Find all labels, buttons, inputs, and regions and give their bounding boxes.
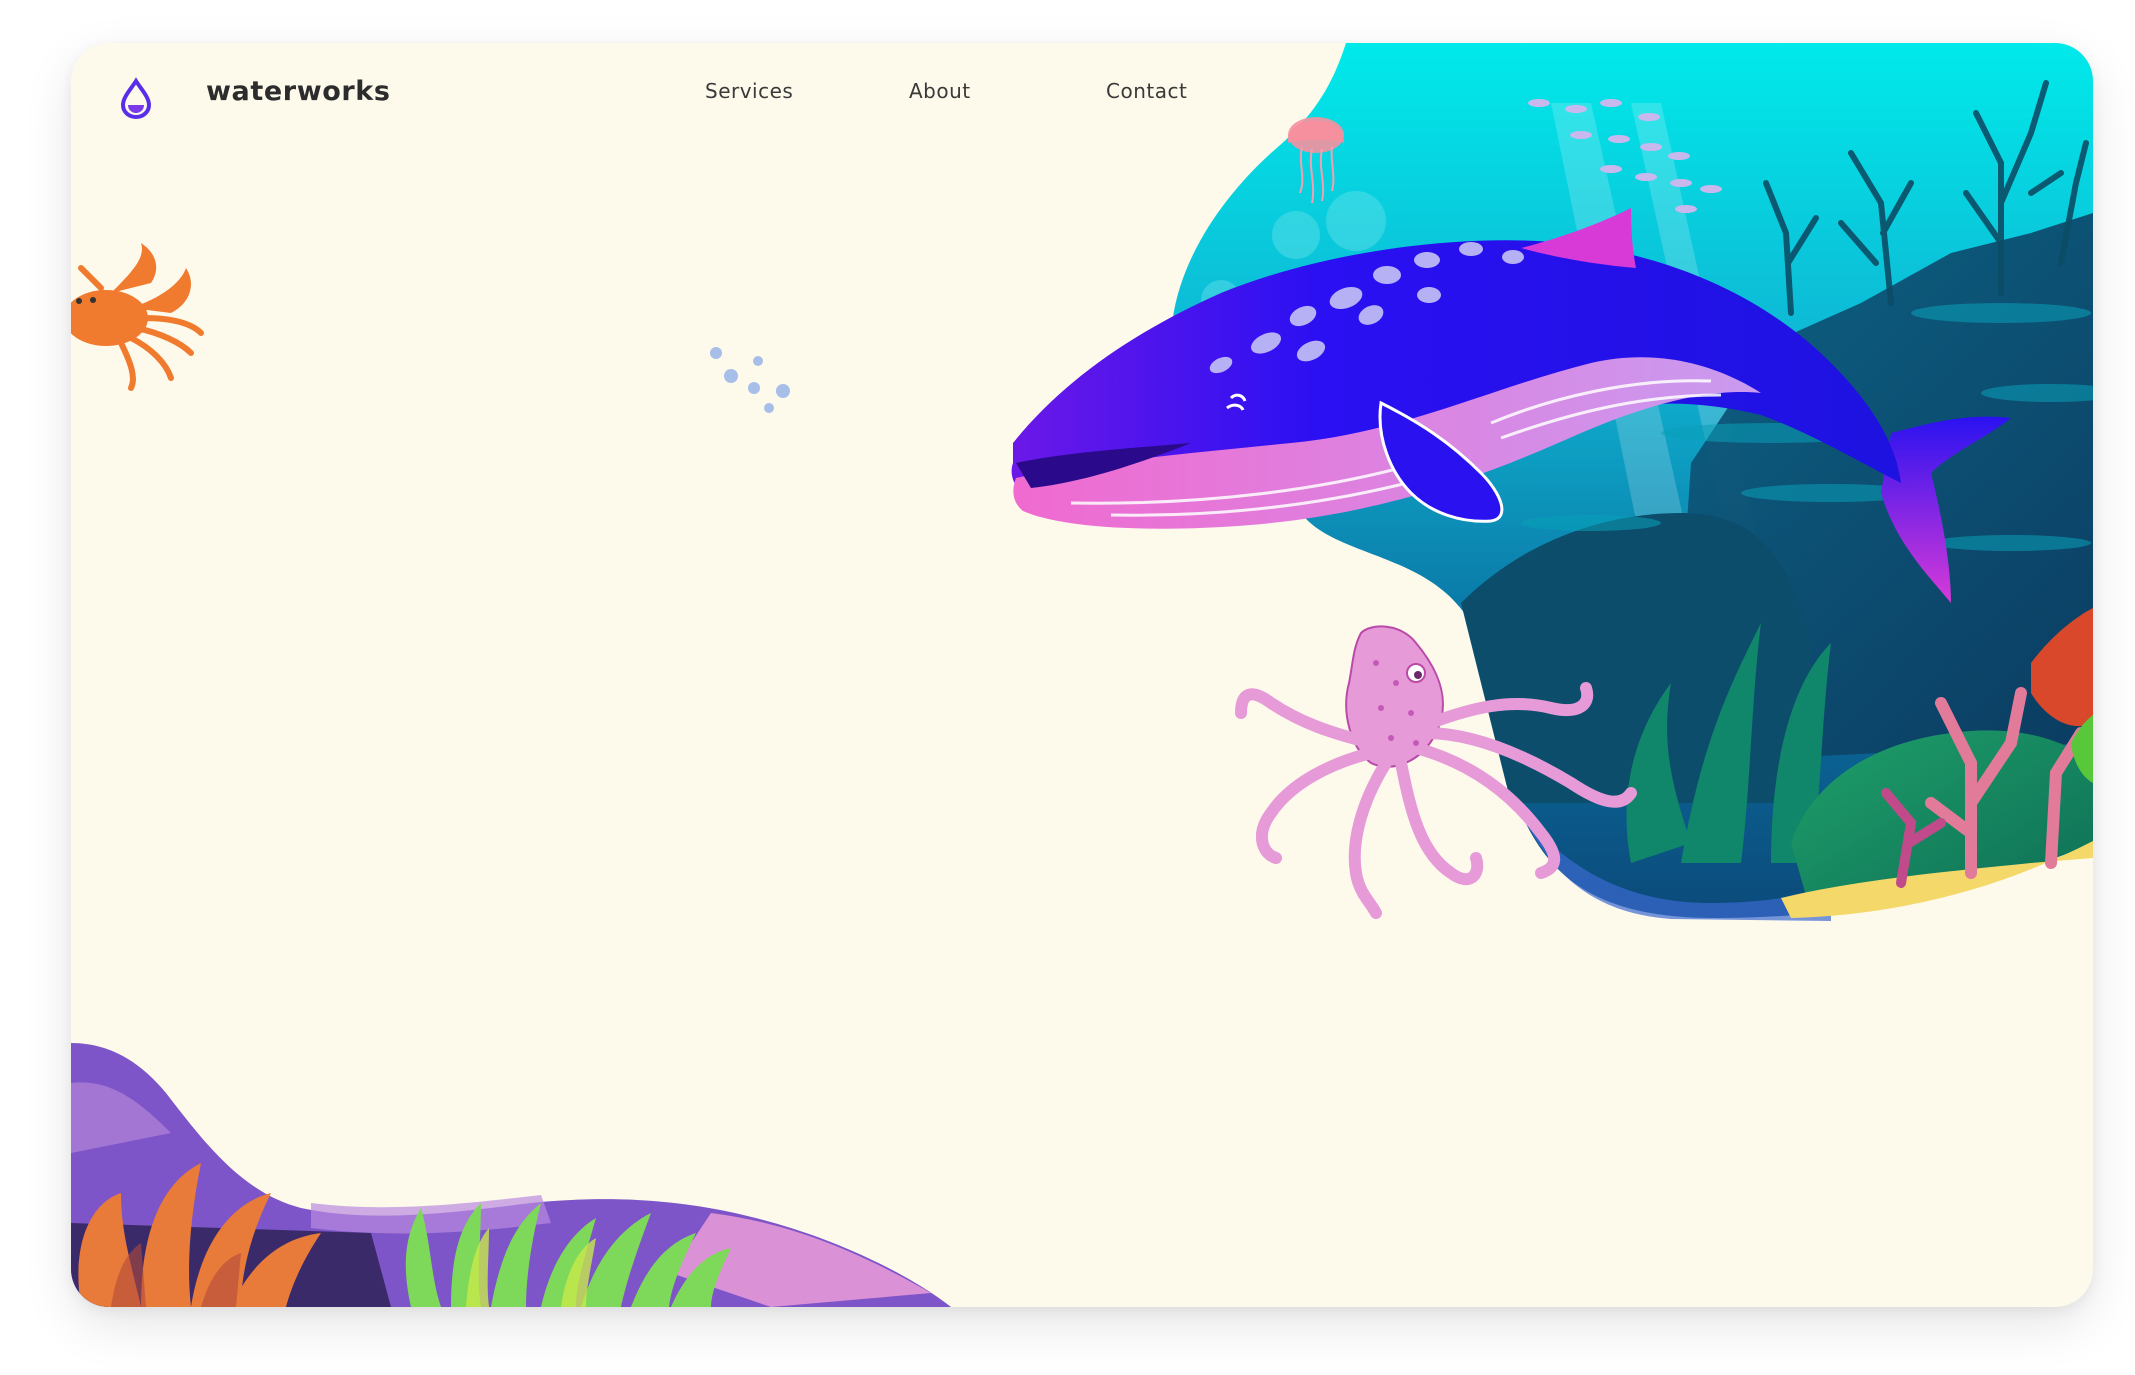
bubbles xyxy=(710,347,790,413)
page-card: waterworks Services About Contact xyxy=(71,43,2093,1307)
nav-services[interactable]: Services xyxy=(705,79,793,103)
nav-about[interactable]: About xyxy=(909,79,971,103)
ocean-illustration xyxy=(71,43,2093,1307)
nav-contact[interactable]: Contact xyxy=(1106,79,1187,103)
brand-name[interactable]: waterworks xyxy=(206,76,391,107)
crab xyxy=(71,243,204,391)
water-drop-icon[interactable] xyxy=(119,77,153,120)
top-nav: waterworks Services About Contact xyxy=(71,43,2093,163)
